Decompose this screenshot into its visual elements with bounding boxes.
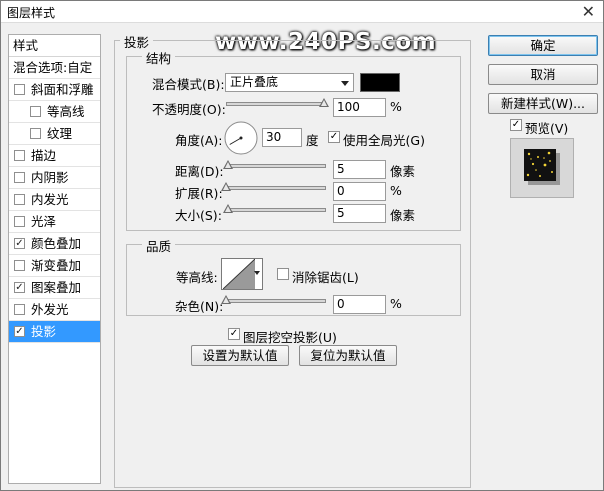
ok-button[interactable]: 确定 (488, 35, 598, 56)
noise-slider[interactable] (226, 299, 326, 303)
preview-pattern-image (524, 149, 560, 185)
opacity-label: 不透明度(O): (152, 102, 226, 117)
quality-title: 品质 (142, 236, 176, 255)
spread-label: 扩展(R): (175, 186, 223, 201)
make-default-button[interactable]: 设置为默认值 (191, 345, 289, 366)
style-list-item-label: 描边 (31, 148, 57, 163)
style-list-item-label: 外发光 (31, 302, 69, 317)
style-list-item[interactable]: 光泽 (9, 211, 100, 233)
style-enable-checkbox[interactable]: ✓ (14, 282, 25, 293)
style-list-item[interactable]: 外发光 (9, 299, 100, 321)
style-list-item-label: 投影 (31, 324, 57, 339)
style-list-item-label: 纹理 (47, 126, 73, 141)
style-list-item[interactable]: ✓ 图案叠加 (9, 277, 100, 299)
spread-unit: % (390, 183, 402, 198)
style-list-item-label: 内阴影 (31, 170, 69, 185)
global-light-label: 使用全局光(G) (343, 133, 425, 148)
noise-input[interactable]: 0 (333, 295, 386, 314)
chevron-down-icon[interactable] (254, 271, 260, 275)
style-list-item[interactable]: 描边 (9, 145, 100, 167)
style-enable-checkbox[interactable]: ✓ (14, 326, 25, 337)
contour-picker[interactable] (221, 258, 263, 290)
style-list-item[interactable]: 纹理 (9, 123, 100, 145)
distance-unit: 像素 (390, 164, 416, 179)
style-enable-checkbox[interactable] (14, 260, 25, 271)
size-input[interactable]: 5 (333, 204, 386, 223)
spread-slider-thumb[interactable] (221, 182, 231, 191)
angle-dial[interactable] (223, 120, 259, 156)
style-enable-checkbox[interactable] (30, 128, 41, 139)
layer-style-dialog: 图层样式 ✕ www.240PS.com 样式 混合选项:自定 斜面和浮雕 等高线纹… (0, 0, 604, 491)
angle-input[interactable]: 30 (262, 128, 302, 147)
preview-label: 预览(V) (525, 121, 569, 136)
size-label: 大小(S): (175, 208, 222, 223)
opacity-unit: % (390, 99, 402, 114)
style-enable-checkbox[interactable] (14, 216, 25, 227)
style-enable-checkbox[interactable] (14, 84, 25, 95)
opacity-slider[interactable] (226, 102, 326, 106)
opacity-input[interactable]: 100 (333, 98, 386, 117)
style-list-item[interactable]: 内发光 (9, 189, 100, 211)
knockout-checkbox[interactable]: ✓ (228, 328, 240, 340)
spread-slider[interactable] (226, 186, 326, 190)
anti-alias-checkbox[interactable] (277, 268, 289, 280)
close-icon[interactable]: ✕ (582, 2, 595, 21)
style-list-item-label: 混合选项:自定 (13, 60, 93, 75)
style-list-item-label: 图案叠加 (31, 280, 82, 295)
title-bar: 图层样式 ✕ (1, 1, 603, 23)
style-list-item-label: 颜色叠加 (31, 236, 82, 251)
contour-label: 等高线: (176, 270, 218, 285)
noise-slider-thumb[interactable] (221, 295, 231, 304)
style-list-item[interactable]: ✓ 投影 (9, 321, 100, 343)
distance-slider-thumb[interactable] (222, 160, 233, 169)
style-enable-checkbox[interactable] (14, 150, 25, 161)
global-light-checkbox[interactable]: ✓ (328, 131, 340, 143)
opacity-slider-thumb[interactable] (319, 98, 329, 107)
distance-label: 距离(D): (175, 164, 224, 179)
chevron-down-icon (341, 81, 349, 86)
style-list-item[interactable]: 渐变叠加 (9, 255, 100, 277)
anti-alias-label: 消除锯齿(L) (292, 270, 359, 285)
blend-mode-select[interactable]: 正片叠底 (225, 73, 354, 92)
blend-mode-label: 混合模式(B): (152, 77, 225, 92)
style-list-item-label: 内发光 (31, 192, 69, 207)
style-enable-checkbox[interactable] (30, 106, 41, 117)
style-list-item-label: 渐变叠加 (31, 258, 82, 273)
dialog-title: 图层样式 (7, 6, 56, 20)
size-slider[interactable] (226, 208, 326, 212)
style-list-item[interactable]: 内阴影 (9, 167, 100, 189)
new-style-button[interactable]: 新建样式(W)... (488, 93, 598, 114)
preview-checkbox[interactable]: ✓ (510, 119, 522, 131)
style-enable-checkbox[interactable] (14, 304, 25, 315)
style-list-item-label: 斜面和浮雕 (31, 82, 94, 97)
contour-linear-icon (223, 259, 255, 289)
cancel-button[interactable]: 取消 (488, 64, 598, 85)
style-enable-checkbox[interactable] (14, 194, 25, 205)
distance-slider[interactable] (226, 164, 326, 168)
noise-unit: % (390, 296, 402, 311)
reset-default-button[interactable]: 复位为默认值 (299, 345, 397, 366)
structure-title: 结构 (142, 48, 176, 67)
styles-list-header[interactable]: 样式 (9, 35, 100, 57)
styles-list: 样式 混合选项:自定斜面和浮雕等高线纹理描边内阴影内发光光泽 ✓ 颜色叠加渐变叠加 ✓… (8, 34, 101, 484)
style-list-item-label: 等高线 (47, 104, 85, 119)
shadow-color-swatch[interactable] (360, 73, 400, 92)
style-list-item[interactable]: 混合选项:自定 (9, 57, 100, 79)
style-list-item[interactable]: ✓ 颜色叠加 (9, 233, 100, 255)
spread-input[interactable]: 0 (333, 182, 386, 201)
style-list-item[interactable]: 等高线 (9, 101, 100, 123)
style-enable-checkbox[interactable]: ✓ (14, 238, 25, 249)
knockout-label: 图层挖空投影(U) (243, 330, 337, 345)
style-enable-checkbox[interactable] (14, 172, 25, 183)
noise-label: 杂色(N): (175, 299, 224, 314)
style-list-item[interactable]: 斜面和浮雕 (9, 79, 100, 101)
angle-unit: 度 (306, 133, 319, 148)
size-unit: 像素 (390, 208, 416, 223)
style-list-item-label: 光泽 (31, 214, 57, 229)
blend-mode-value: 正片叠底 (230, 75, 279, 89)
style-preview-thumbnail (510, 138, 574, 198)
distance-input[interactable]: 5 (333, 160, 386, 179)
angle-label: 角度(A): (175, 133, 223, 148)
size-slider-thumb[interactable] (222, 204, 233, 213)
